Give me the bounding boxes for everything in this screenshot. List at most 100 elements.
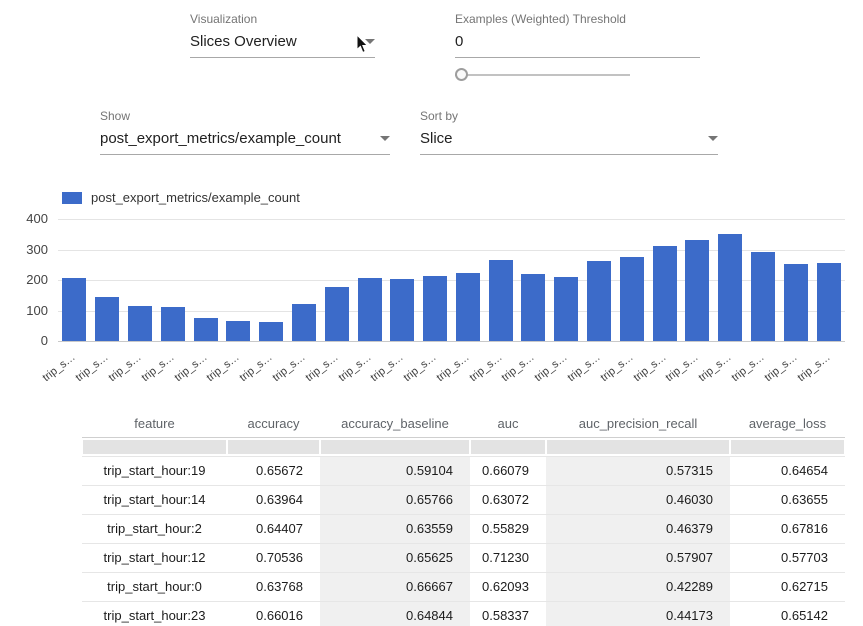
metric-cell: 0.46030 (546, 485, 730, 514)
bar[interactable] (521, 274, 545, 341)
chevron-down-icon[interactable] (708, 136, 718, 141)
threshold-input-row[interactable] (455, 33, 700, 58)
metric-cell: 0.66667 (320, 572, 470, 601)
metric-cell: 0.63655 (730, 485, 845, 514)
show-select[interactable]: post_export_metrics/example_count (100, 130, 390, 155)
metric-cell: 0.55829 (470, 514, 546, 543)
feature-cell: trip_start_hour:0 (82, 572, 227, 601)
metric-cell: 0.64654 (730, 456, 845, 485)
metric-cell: 0.63768 (227, 572, 320, 601)
feature-cell: trip_start_hour:12 (82, 543, 227, 572)
y-tick-label: 300 (0, 242, 48, 257)
bar[interactable] (685, 240, 709, 341)
feature-cell: trip_start_hour:23 (82, 601, 227, 626)
slider-track[interactable] (455, 74, 630, 76)
bar[interactable] (817, 263, 841, 341)
column-header[interactable]: accuracy (227, 410, 320, 437)
metric-cell: 0.64407 (227, 514, 320, 543)
bar[interactable] (653, 246, 677, 341)
bar[interactable] (259, 322, 283, 341)
bar[interactable] (423, 276, 447, 341)
sort-by-dropdown[interactable]: Sort by Slice (420, 109, 718, 155)
chevron-down-icon[interactable] (380, 136, 390, 141)
metric-cell: 0.70536 (227, 543, 320, 572)
sort-label: Sort by (420, 109, 718, 123)
sort-value: Slice (420, 130, 453, 147)
threshold-input[interactable] (455, 33, 700, 50)
bar[interactable] (456, 273, 480, 341)
metric-cell: 0.62093 (470, 572, 546, 601)
y-tick-label: 400 (0, 211, 48, 226)
bar[interactable] (95, 297, 119, 341)
chart-legend: post_export_metrics/example_count (62, 190, 300, 205)
visualization-value: Slices Overview (190, 33, 297, 50)
metric-cell: 0.65672 (227, 456, 320, 485)
bar[interactable] (390, 279, 414, 341)
bar[interactable] (161, 307, 185, 341)
filter-cell[interactable] (730, 437, 845, 456)
filter-box (228, 440, 319, 454)
table-row[interactable]: trip_start_hour:140.639640.657660.630720… (82, 485, 845, 514)
bar[interactable] (554, 277, 578, 341)
visualization-select[interactable]: Slices Overview (190, 33, 375, 58)
visualization-dropdown[interactable]: Visualization Slices Overview (190, 12, 375, 58)
show-metric-dropdown[interactable]: Show post_export_metrics/example_count (100, 109, 390, 155)
filter-cell[interactable] (546, 437, 730, 456)
table-row[interactable]: trip_start_hour:00.637680.666670.62093 0.… (82, 572, 845, 601)
metric-cell: 0.57703 (730, 543, 845, 572)
column-header[interactable]: average_loss (730, 410, 845, 437)
metric-cell: 0.57315 (546, 456, 730, 485)
feature-cell: trip_start_hour:2 (82, 514, 227, 543)
column-header[interactable]: auc (470, 410, 546, 437)
table-row[interactable]: trip_start_hour:230.660160.648440.583370… (82, 601, 845, 626)
filter-cell[interactable] (82, 437, 227, 456)
bar[interactable] (358, 278, 382, 341)
sort-select[interactable]: Slice (420, 130, 718, 155)
table-filter-row (82, 437, 845, 456)
filter-box (731, 440, 844, 454)
threshold-label: Examples (Weighted) Threshold (455, 12, 700, 26)
column-header[interactable]: auc_precision_recall (546, 410, 730, 437)
bar[interactable] (784, 264, 808, 341)
filter-cell[interactable] (227, 437, 320, 456)
threshold-control[interactable]: Examples (Weighted) Threshold (455, 12, 700, 58)
feature-cell: trip_start_hour:19 (82, 456, 227, 485)
bar[interactable] (292, 304, 316, 341)
metric-cell: 0.66016 (227, 601, 320, 626)
table-row[interactable]: trip_start_hour:120.705360.656250.712300… (82, 543, 845, 572)
metric-cell: 0.57907 (546, 543, 730, 572)
bar[interactable] (128, 306, 152, 341)
bar[interactable] (489, 260, 513, 341)
metric-cell: 0.65625 (320, 543, 470, 572)
metric-cell: 0.62715 (730, 572, 845, 601)
filter-cell[interactable] (320, 437, 470, 456)
bar[interactable] (62, 278, 86, 341)
bar[interactable] (718, 234, 742, 341)
filter-box (547, 440, 729, 454)
threshold-slider[interactable] (455, 68, 630, 82)
metric-cell: 0.46379 (546, 514, 730, 543)
filter-box (321, 440, 469, 454)
table-header-row: featureaccuracyaccuracy_baselineaucauc_p… (82, 410, 845, 437)
bar[interactable] (194, 318, 218, 341)
table-row[interactable]: trip_start_hour:20.644070.635590.558290.… (82, 514, 845, 543)
metric-cell: 0.64844 (320, 601, 470, 626)
bar[interactable] (325, 287, 349, 341)
bar[interactable] (620, 257, 644, 341)
metric-cell: 0.65142 (730, 601, 845, 626)
bar[interactable] (226, 321, 250, 341)
table-row[interactable]: trip_start_hour:190.656720.591040.660790… (82, 456, 845, 485)
filter-cell[interactable] (470, 437, 546, 456)
slicing-metrics-view: Visualization Slices Overview Examples (… (0, 0, 863, 626)
metric-cell: 0.63559 (320, 514, 470, 543)
metric-cell: 0.67816 (730, 514, 845, 543)
y-axis: 0100200300400 (0, 219, 48, 341)
slider-thumb[interactable] (455, 68, 468, 81)
metric-cell: 0.65766 (320, 485, 470, 514)
column-header[interactable]: feature (82, 410, 227, 437)
metric-cell: 0.44173 (546, 601, 730, 626)
column-header[interactable]: accuracy_baseline (320, 410, 470, 437)
gridline (58, 219, 845, 220)
bar[interactable] (751, 252, 775, 341)
bar[interactable] (587, 261, 611, 341)
